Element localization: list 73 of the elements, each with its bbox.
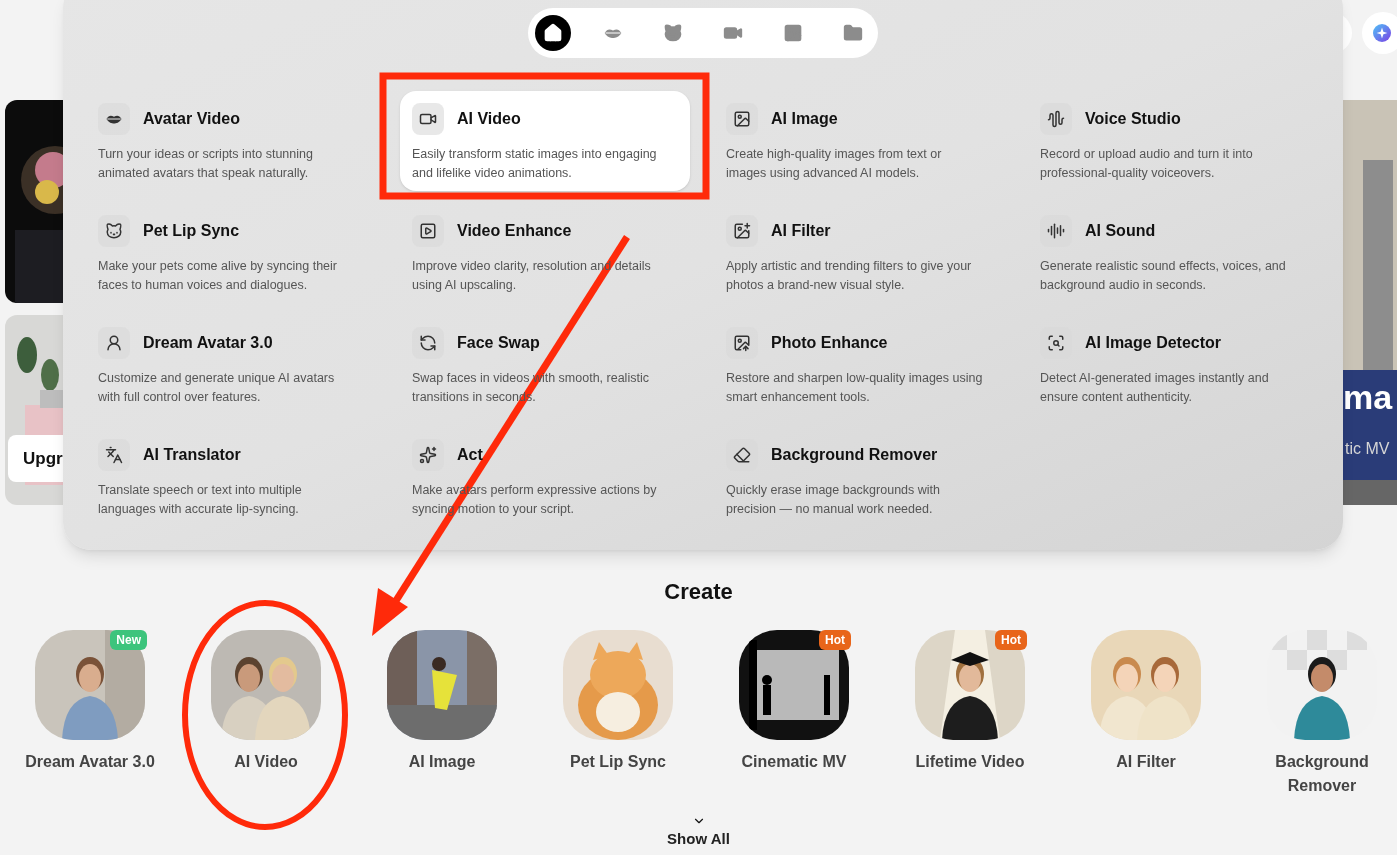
tag: Hot bbox=[995, 630, 1027, 650]
tool-title: AI Translator bbox=[143, 445, 241, 465]
tool-description: Translate speech or text into multiple languages with accurate lip-syncing. bbox=[98, 482, 303, 518]
tool-description: Turn your ideas or scripts into stunning animated avatars that speak naturally. bbox=[98, 146, 314, 182]
tool-description: Generate realistic sound effects, voices, and background audio in seconds. bbox=[1040, 258, 1287, 294]
tool-card[interactable]: AI Video Easily transform static images into engaging and lifelike video animations. bbox=[400, 91, 690, 191]
tag: Hot bbox=[819, 630, 851, 650]
upgrade-button[interactable]: Upgr bbox=[8, 435, 63, 482]
tool-title: AI Filter bbox=[771, 221, 831, 241]
tool-label[interactable]: Cinematic MV bbox=[724, 750, 864, 774]
tool-title: Act bbox=[457, 445, 483, 465]
tool-label[interactable]: AI Filter bbox=[1076, 750, 1216, 774]
play-square-icon bbox=[419, 222, 437, 240]
tool-title: AI Video bbox=[457, 109, 521, 129]
tool-label[interactable]: Lifetime Video bbox=[900, 750, 1040, 774]
tool-label[interactable]: Dream Avatar 3.0 bbox=[20, 750, 160, 774]
tool-card[interactable]: Photo Enhance Restore and sharpen low-quality images using smart enhancement tools. bbox=[714, 315, 1004, 415]
tool-label[interactable]: AI Image bbox=[372, 750, 512, 774]
tool-title: Voice Studio bbox=[1085, 109, 1181, 129]
tool-title: Background Remover bbox=[771, 445, 938, 465]
assistant-button[interactable] bbox=[1362, 12, 1397, 54]
image-plus-icon bbox=[733, 222, 751, 240]
tool-card[interactable]: AI Translator Translate speech or text into multiple languages with accurate lip-syncing. bbox=[86, 427, 376, 527]
folder-icon bbox=[843, 23, 863, 43]
sparkle-icon bbox=[1373, 24, 1391, 42]
image-up-icon bbox=[733, 334, 751, 352]
tool-label[interactable]: Pet Lip Sync bbox=[548, 750, 688, 774]
eraser-icon bbox=[733, 446, 751, 464]
tool-card[interactable]: Voice Studio Record or upload audio and turn it into professional-quality voiceovers. bbox=[1028, 91, 1318, 191]
user-icon bbox=[105, 334, 123, 352]
tag: New bbox=[110, 630, 147, 650]
tool-card[interactable]: Background Remover Quickly erase image backgrounds with precision — no manual work needed. bbox=[714, 427, 1004, 527]
tool-title: AI Image bbox=[771, 109, 838, 129]
tool-description: Create high-quality images from text or images using advanced AI models. bbox=[726, 146, 943, 182]
tool-label[interactable]: AI Video bbox=[196, 750, 336, 774]
show-all-link[interactable]: Show All bbox=[667, 828, 730, 851]
waveform-icon bbox=[1047, 110, 1065, 128]
sparkles-icon bbox=[419, 446, 437, 464]
tool-description: Quickly erase image backgrounds with precision — no manual work needed. bbox=[726, 482, 941, 518]
tool-card[interactable]: AI Image Detector Detect AI-generated images instantly and ensure content authenticity. bbox=[1028, 315, 1318, 415]
section-title: Create bbox=[664, 578, 733, 606]
tool-description: Record or upload audio and turn it into professional-quality voiceovers. bbox=[1040, 146, 1254, 182]
tool-card[interactable]: AI Filter Apply artistic and trending filters to give your photos a brand-new visual style. bbox=[714, 203, 1004, 303]
tool-title: Face Swap bbox=[457, 333, 540, 353]
tool-card[interactable]: AI Sound Generate realistic sound effects, voices, and background audio in seconds. bbox=[1028, 203, 1318, 303]
cat-icon bbox=[663, 23, 683, 43]
nav-tab[interactable] bbox=[535, 15, 571, 51]
tool-label[interactable]: Background Remover bbox=[1252, 750, 1392, 798]
tool-description: Apply artistic and trending filters to give your photos a brand-new visual style. bbox=[726, 258, 973, 294]
cat-icon bbox=[105, 222, 123, 240]
languages-icon bbox=[105, 446, 123, 464]
tool-title: Video Enhance bbox=[457, 221, 572, 241]
tool-title: Photo Enhance bbox=[771, 333, 888, 353]
home-icon bbox=[543, 23, 563, 43]
tool-title: Pet Lip Sync bbox=[143, 221, 240, 241]
tool-description: Easily transform static images into engaging and lifelike video animations. bbox=[412, 146, 658, 182]
tool-card[interactable]: Dream Avatar 3.0 Customize and generate unique AI avatars with full control over features. bbox=[86, 315, 376, 415]
tool-card[interactable]: Avatar Video Turn your ideas or scripts into stunning animated avatars that speak naturally. bbox=[86, 91, 376, 191]
tool-description: Detect AI-generated images instantly and ensure content authenticity. bbox=[1040, 370, 1270, 406]
tool-title: Avatar Video bbox=[143, 109, 240, 129]
tool-description: Customize and generate unique AI avatars with full control over features. bbox=[98, 370, 336, 406]
tool-description: Restore and sharpen low-quality images using smart enhancement tools. bbox=[726, 370, 984, 406]
refresh-icon bbox=[419, 334, 437, 352]
tool-title: AI Sound bbox=[1085, 221, 1156, 241]
tool-card[interactable]: AI Image Create high-quality images from text or images using advanced AI models. bbox=[714, 91, 1004, 191]
banner-title: ma bbox=[1343, 380, 1393, 414]
scan-icon bbox=[1047, 334, 1065, 352]
tool-card[interactable]: Pet Lip Sync Make your pets come alive by syncing their faces to human voices and dialogues. bbox=[86, 203, 376, 303]
tool-title: Dream Avatar 3.0 bbox=[143, 333, 273, 353]
audio-lines-icon bbox=[1047, 222, 1065, 240]
banner-subtitle: tic MV bbox=[1345, 439, 1390, 459]
tool-description: Make your pets come alive by syncing their faces to human voices and dialogues. bbox=[98, 258, 338, 294]
tool-title: AI Image Detector bbox=[1085, 333, 1222, 353]
